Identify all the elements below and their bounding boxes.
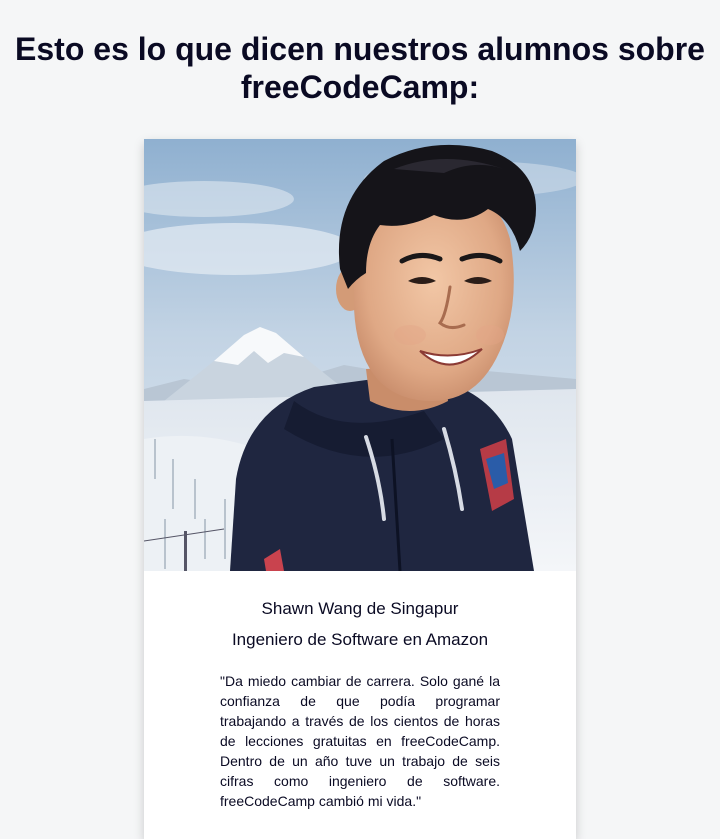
testimonial-quote: "Da miedo cambiar de carrera. Solo gané … (220, 673, 500, 809)
testimonial-info: Shawn Wang de Singapur Ingeniero de Soft… (144, 571, 576, 809)
testimonial-photo (144, 139, 576, 571)
testimonial-name: Shawn Wang de Singapur (261, 599, 459, 618)
testimonial-card: Shawn Wang de Singapur Ingeniero de Soft… (144, 139, 576, 839)
testimonial-role: Ingeniero de Software en Amazon (231, 630, 489, 649)
section-heading: Esto es lo que dicen nuestros alumnos so… (15, 31, 705, 105)
